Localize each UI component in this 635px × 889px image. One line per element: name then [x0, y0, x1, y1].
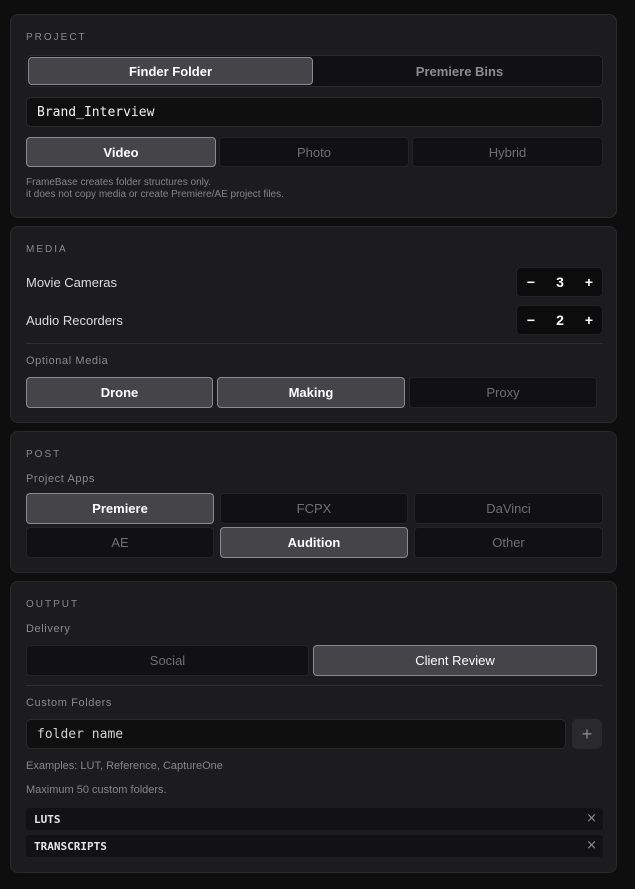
project-note-line2: it does not copy media or create Premier… [26, 189, 284, 200]
output-panel: OUTPUT Delivery Social Client Review Cus… [10, 581, 617, 873]
project-panel: PROJECT Finder Folder Premiere Bins Bran… [10, 14, 617, 218]
remove-folder-icon[interactable]: × [586, 811, 597, 826]
folder-name-input[interactable]: folder name [26, 719, 566, 749]
tab-finder-folder[interactable]: Finder Folder [28, 57, 313, 85]
audio-recorders-decrement[interactable]: − [517, 306, 545, 334]
max-folders-note: Maximum 50 custom folders. [26, 784, 167, 796]
audio-recorders-increment[interactable]: + [575, 306, 603, 334]
app-other-button[interactable]: Other [414, 527, 603, 558]
app-premiere-button[interactable]: Premiere [26, 493, 214, 524]
project-section-title: PROJECT [26, 32, 87, 43]
type-photo-button[interactable]: Photo [219, 137, 409, 167]
type-video-button[interactable]: Video [26, 137, 216, 167]
tab-premiere-bins[interactable]: Premiere Bins [317, 57, 602, 85]
folder-chip-luts: LUTS × [26, 808, 603, 830]
type-hybrid-button[interactable]: Hybrid [412, 137, 603, 167]
folder-chip-name: LUTS [34, 812, 61, 826]
app-fcpx-button[interactable]: FCPX [220, 493, 408, 524]
optional-making-button[interactable]: Making [217, 377, 405, 408]
folder-chip-transcripts: TRANSCRIPTS × [26, 835, 603, 857]
media-divider [26, 343, 603, 344]
audio-recorders-value: 2 [556, 312, 564, 328]
project-mode-tabs: Finder Folder Premiere Bins [26, 55, 603, 87]
app-ae-button[interactable]: AE [26, 527, 214, 558]
folder-chip-name: TRANSCRIPTS [34, 839, 107, 853]
audio-recorders-label: Audio Recorders [26, 313, 123, 328]
movie-cameras-decrement[interactable]: − [517, 268, 545, 296]
media-section-title: MEDIA [26, 244, 68, 255]
post-section-title: POST [26, 449, 62, 460]
delivery-client-review-button[interactable]: Client Review [313, 645, 597, 676]
movie-cameras-value: 3 [556, 274, 564, 290]
remove-folder-icon[interactable]: × [586, 838, 597, 853]
delivery-social-button[interactable]: Social [26, 645, 309, 676]
output-section-title: OUTPUT [26, 599, 80, 610]
optional-media-label: Optional Media [26, 355, 109, 367]
output-divider [26, 685, 603, 686]
project-name-input[interactable]: Brand_Interview [26, 97, 603, 127]
movie-cameras-stepper: − 3 + [516, 267, 603, 297]
add-folder-button[interactable]: + [572, 719, 602, 749]
app-audition-button[interactable]: Audition [220, 527, 408, 558]
media-panel: MEDIA Movie Cameras − 3 + Audio Recorder… [10, 226, 617, 423]
custom-folders-label: Custom Folders [26, 697, 113, 709]
optional-proxy-button[interactable]: Proxy [409, 377, 597, 408]
delivery-label: Delivery [26, 623, 71, 635]
movie-cameras-label: Movie Cameras [26, 275, 118, 290]
audio-recorders-stepper: − 2 + [516, 305, 603, 335]
post-panel: POST Project Apps Premiere FCPX DaVinci … [10, 431, 617, 573]
project-note-line1: FrameBase creates folder structures only… [26, 177, 211, 188]
movie-cameras-increment[interactable]: + [575, 268, 603, 296]
examples-note: Examples: LUT, Reference, CaptureOne [26, 760, 223, 772]
project-apps-label: Project Apps [26, 473, 95, 485]
optional-drone-button[interactable]: Drone [26, 377, 213, 408]
app-davinci-button[interactable]: DaVinci [414, 493, 603, 524]
